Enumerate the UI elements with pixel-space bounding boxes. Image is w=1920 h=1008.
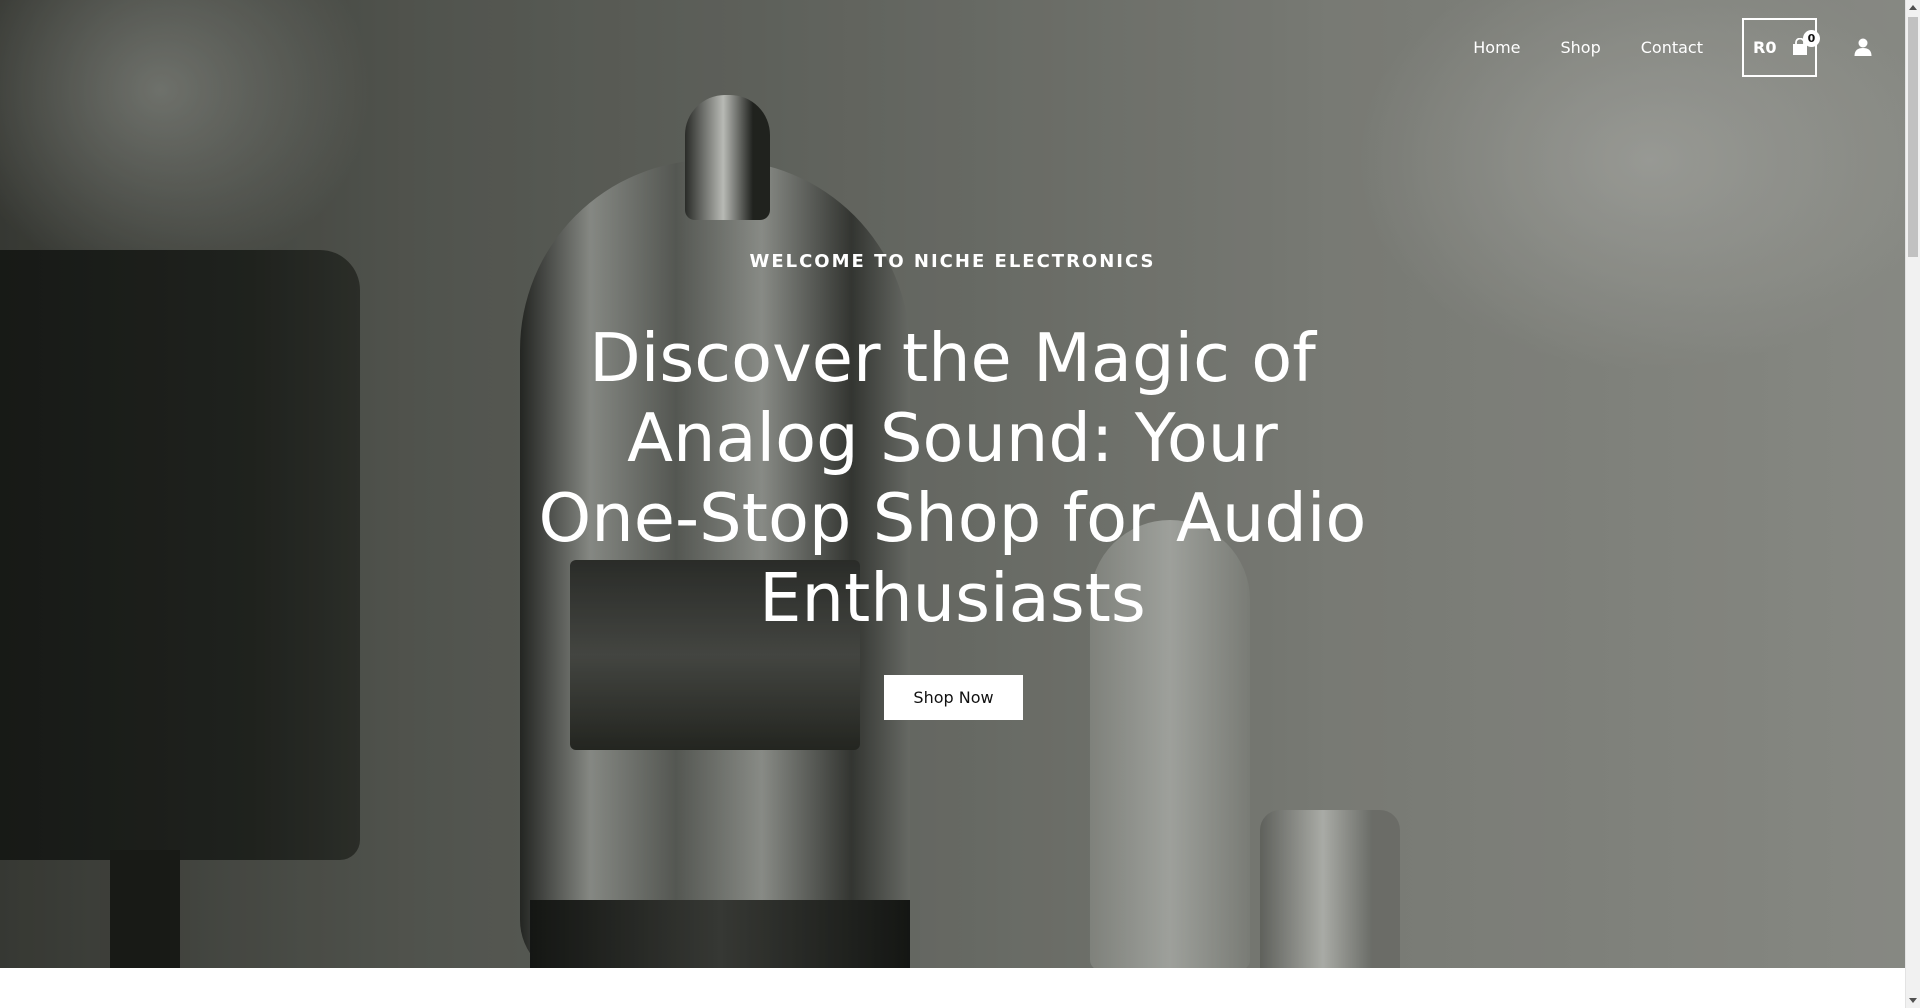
cart-button[interactable]: R0 0 (1742, 17, 1820, 77)
main-nav: Home Shop Contact R0 0 (1473, 0, 1905, 94)
scroll-up-icon[interactable] (1909, 5, 1917, 10)
nav-link-home[interactable]: Home (1473, 38, 1520, 57)
cart-amount: R0 (1753, 37, 1777, 57)
cart-count-badge: 0 (1803, 29, 1820, 47)
hero-section: WELCOME TO NICHE ELECTRONICS Discover th… (0, 0, 1905, 968)
nav-link-shop[interactable]: Shop (1561, 38, 1601, 57)
scrollbar[interactable] (1905, 0, 1920, 1008)
shop-now-button[interactable]: Shop Now (884, 675, 1023, 720)
nav-link-contact[interactable]: Contact (1641, 38, 1703, 57)
content-section (0, 968, 1905, 1008)
scroll-down-icon[interactable] (1909, 998, 1917, 1003)
scrollbar-thumb[interactable] (1908, 17, 1918, 257)
site-header: Home Shop Contact R0 0 (0, 0, 1905, 94)
page: WELCOME TO NICHE ELECTRONICS Discover th… (0, 0, 1905, 1008)
user-icon[interactable] (1853, 37, 1873, 57)
hero-eyebrow: WELCOME TO NICHE ELECTRONICS (749, 251, 1156, 272)
hero-headline: Discover the Magic of Analog Sound: Your… (538, 319, 1367, 637)
